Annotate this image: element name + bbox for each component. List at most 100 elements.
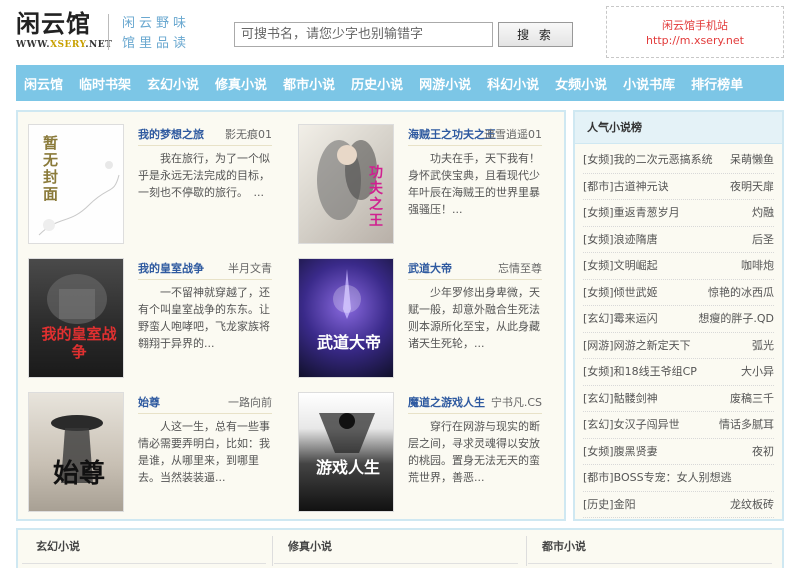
- list-item: [女频]腹黑贤妻 夜初: [583, 439, 774, 465]
- list-item-author[interactable]: 咖啡炮: [741, 253, 774, 279]
- section-header-xuanhuan[interactable]: 玄幻小说: [22, 536, 266, 564]
- list-item-category[interactable]: [女频]: [583, 206, 614, 219]
- list-item-category[interactable]: [网游]: [583, 339, 614, 352]
- book-title[interactable]: 海贼王之功夫之王: [408, 126, 496, 142]
- book-title[interactable]: 武道大帝: [408, 260, 452, 276]
- list-item-title[interactable]: 古道神元诀: [614, 180, 669, 193]
- nav-item-xuanhuan[interactable]: 玄幻小说: [147, 74, 199, 93]
- list-item-title[interactable]: 文明崛起: [614, 259, 658, 272]
- list-item-author[interactable]: 想瘦的胖子.QD: [698, 306, 774, 332]
- list-item-title[interactable]: 重返青葱岁月: [614, 206, 680, 219]
- book-author[interactable]: 宁书凡.CS: [491, 394, 542, 410]
- list-item: [女频]浪迹隋唐 后圣: [583, 227, 774, 253]
- list-item: [女频]和18线王爷组CP 大小异: [583, 359, 774, 386]
- list-item-author[interactable]: 废稿三千: [730, 386, 774, 412]
- list-item-author[interactable]: 灼融: [752, 200, 774, 226]
- list-item-category[interactable]: [玄幻]: [583, 392, 614, 405]
- nav-item-home[interactable]: 闲云馆: [24, 74, 63, 93]
- list-item-category[interactable]: [女频]: [583, 233, 614, 246]
- book-cover[interactable]: 始尊: [28, 392, 124, 512]
- book-author[interactable]: 一路向前: [228, 394, 272, 410]
- featured-books-panel: 暂无封面 我的梦想之旅 影无痕01 我在旅行，为了一个似乎是永远无法完成的目标，…: [16, 110, 566, 521]
- divider: [138, 279, 272, 280]
- list-item-author[interactable]: 惊艳的冰西瓜: [708, 280, 774, 306]
- book-author[interactable]: 追雪逍遥01: [484, 126, 542, 142]
- book-card: 功夫之王 海贼王之功夫之王 追雪逍遥01 功夫在手，天下我有！身怀武侠宝典，且看…: [290, 124, 550, 249]
- list-item-category[interactable]: [女频]: [583, 445, 614, 458]
- list-item-title[interactable]: 女汉子闯异世: [614, 418, 680, 431]
- book-cover[interactable]: 游戏人生: [298, 392, 394, 512]
- divider: [138, 413, 272, 414]
- list-item-category[interactable]: [都市]: [583, 471, 614, 484]
- list-item-category[interactable]: [玄幻]: [583, 312, 614, 325]
- section-header-dushi[interactable]: 都市小说: [528, 536, 772, 564]
- list-item-title[interactable]: 金阳: [614, 498, 636, 511]
- divider: [408, 413, 542, 414]
- logo-divider: [108, 14, 109, 50]
- book-title[interactable]: 始尊: [138, 394, 160, 410]
- list-item: [女频]倾世武姬 惊艳的冰西瓜: [583, 280, 774, 306]
- list-item-title[interactable]: 骷髅剑神: [614, 392, 658, 405]
- book-card: 暂无封面 我的梦想之旅 影无痕01 我在旅行，为了一个似乎是永远无法完成的目标，…: [20, 124, 280, 249]
- book-title[interactable]: 我的梦想之旅: [138, 126, 204, 142]
- nav-item-xiuzhen[interactable]: 修真小说: [215, 74, 267, 93]
- book-author[interactable]: 影无痕01: [225, 126, 272, 142]
- list-item-title[interactable]: 浪迹隋唐: [614, 233, 658, 246]
- nav-item-wangyou[interactable]: 网游小说: [419, 74, 471, 93]
- section-header-xiuzhen[interactable]: 修真小说: [274, 536, 518, 564]
- book-desc: 功夫在手，天下我有！身怀武侠宝典，且看现代少年叶辰在海贼王的世界里暴强骚压！..…: [408, 152, 540, 216]
- book-cover[interactable]: 我的皇室战争: [28, 258, 124, 378]
- book-author[interactable]: 忘情至尊: [498, 260, 542, 276]
- divider: [408, 145, 542, 146]
- list-item-title[interactable]: 倾世武姬: [614, 286, 658, 299]
- list-item-category[interactable]: [女频]: [583, 259, 614, 272]
- list-item-category[interactable]: [女频]: [583, 153, 614, 166]
- list-item-category[interactable]: [历史]: [583, 498, 614, 511]
- book-desc: 穿行在网游与现实的断层之间，寻求灵魂得以安放的桃园。置身无法无天的蛮荒世界，善恶…: [408, 420, 540, 484]
- book-desc: 我在旅行，为了一个似乎是永远无法完成的目标，一刻也不停歇的旅行。 ...: [138, 152, 270, 199]
- book-author[interactable]: 半月文青: [228, 260, 272, 276]
- nav-item-lishi[interactable]: 历史小说: [351, 74, 403, 93]
- book-title[interactable]: 我的皇室战争: [138, 260, 204, 276]
- site-logo[interactable]: 闲云馆 WWW.XSERY.NET: [16, 10, 112, 54]
- list-item-category[interactable]: [都市]: [583, 180, 614, 193]
- list-item-author[interactable]: 大小异: [741, 359, 774, 385]
- search-input[interactable]: [234, 22, 493, 47]
- divider: [272, 536, 273, 566]
- list-item-author[interactable]: 弧光: [752, 333, 774, 359]
- list-item: [女频]重返青葱岁月 灼融: [583, 200, 774, 227]
- nav-item-nvpin[interactable]: 女频小说: [555, 74, 607, 93]
- list-item-author[interactable]: 夜明天扉: [730, 174, 774, 200]
- book-cover[interactable]: 武道大帝: [298, 258, 394, 378]
- divider: [526, 536, 527, 566]
- list-item-author[interactable]: 呆萌懒鱼: [730, 147, 774, 173]
- list-item-title[interactable]: 网游之新定天下: [614, 339, 691, 352]
- list-item-title[interactable]: 和18线王爷组CP: [614, 365, 697, 378]
- search-button[interactable]: 搜 索: [498, 22, 573, 47]
- book-cover[interactable]: 暂无封面: [28, 124, 124, 244]
- book-title[interactable]: 魔道之游戏人生: [408, 394, 485, 410]
- list-item: [历史]金阳 龙纹板砖: [583, 492, 774, 518]
- cover-title: 武道大帝: [316, 333, 381, 352]
- nav-item-library[interactable]: 小说书库: [623, 74, 675, 93]
- mobile-site-box[interactable]: 闲云馆手机站 http://m.xsery.net: [606, 6, 784, 58]
- book-desc: 一不留神就穿越了，还有个叫皇室战争的东东。让野蛮人咆哮吧，飞龙家族将翱翔于异界的…: [138, 286, 270, 350]
- list-item-title[interactable]: 霉来运闪: [614, 312, 658, 325]
- list-item-title[interactable]: 我的二次元恶搞系统: [614, 153, 713, 166]
- nav-item-dushi[interactable]: 都市小说: [283, 74, 335, 93]
- list-item-title[interactable]: BOSS专宠：女人别想逃: [614, 471, 732, 484]
- list-item-author[interactable]: 后圣: [752, 227, 774, 253]
- list-item-author[interactable]: 情话多腻耳: [719, 412, 774, 438]
- nav-item-ranking[interactable]: 排行榜单: [691, 74, 743, 93]
- list-item-category[interactable]: [女频]: [583, 286, 614, 299]
- book-card: 游戏人生 魔道之游戏人生 宁书凡.CS 穿行在网游与现实的断层之间，寻求灵魂得以…: [290, 392, 550, 517]
- nav-item-kehuan[interactable]: 科幻小说: [487, 74, 539, 93]
- list-item-category[interactable]: [玄幻]: [583, 418, 614, 431]
- book-cover[interactable]: 功夫之王: [298, 124, 394, 244]
- list-item-category[interactable]: [女频]: [583, 365, 614, 378]
- list-item-author[interactable]: 龙纹板砖: [730, 492, 774, 518]
- list-item-author[interactable]: 夜初: [752, 439, 774, 465]
- nav-item-bookshelf[interactable]: 临时书架: [79, 74, 131, 93]
- list-item-title[interactable]: 腹黑贤妻: [614, 445, 658, 458]
- cover-title: 始尊: [52, 459, 105, 489]
